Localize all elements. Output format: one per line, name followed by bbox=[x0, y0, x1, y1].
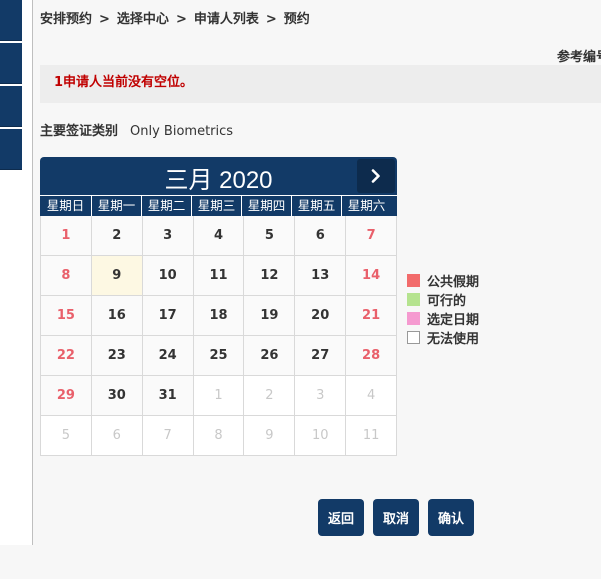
calendar-day[interactable]: 8 bbox=[41, 256, 92, 296]
legend-label: 可行的 bbox=[427, 294, 467, 309]
calendar-day-outside-month: 8 bbox=[193, 416, 245, 456]
legend-label: 无法使用 bbox=[427, 332, 480, 347]
calendar-day-outside-month: 2 bbox=[244, 376, 296, 416]
calendar-week-row: 5 6 7 8 9 10 11 bbox=[41, 416, 398, 456]
reference-number-label: 参考编号 bbox=[557, 50, 601, 65]
calendar-day[interactable]: 12 bbox=[244, 256, 296, 296]
legend-item: 无法使用 bbox=[407, 328, 479, 347]
calendar-day[interactable]: 6 bbox=[295, 216, 347, 256]
weekday-header: 星期二 bbox=[141, 196, 191, 216]
breadcrumb-item-applicant-list[interactable]: 申请人列表 bbox=[194, 12, 259, 27]
calendar-day[interactable]: 3 bbox=[142, 216, 194, 256]
visa-category-label: 主要签证类别 bbox=[40, 124, 119, 139]
breadcrumb-separator: > bbox=[99, 12, 110, 27]
legend-swatch bbox=[407, 293, 420, 306]
cancel-button[interactable]: 取消 bbox=[373, 499, 420, 536]
back-button[interactable]: 返回 bbox=[318, 499, 365, 536]
calendar-day-outside-month: 4 bbox=[346, 376, 398, 416]
calendar-day[interactable]: 23 bbox=[91, 336, 143, 376]
calendar-week-row: 15 16 17 18 19 20 21 bbox=[41, 296, 398, 336]
breadcrumb-item-schedule[interactable]: 安排预约 bbox=[40, 12, 92, 27]
calendar-day[interactable]: 14 bbox=[346, 256, 398, 296]
calendar-day[interactable]: 2 bbox=[91, 216, 143, 256]
calendar-legend: 公共假期可行的选定日期无法使用 bbox=[407, 271, 479, 347]
legend-label: 公共假期 bbox=[427, 275, 480, 290]
calendar-day[interactable]: 5 bbox=[244, 216, 296, 256]
weekday-header: 星期一 bbox=[91, 196, 141, 216]
breadcrumb-item-select-center[interactable]: 选择中心 bbox=[117, 12, 169, 27]
left-sidebar bbox=[0, 0, 33, 545]
legend-swatch bbox=[407, 312, 420, 325]
calendar-day[interactable]: 7 bbox=[346, 216, 398, 256]
confirm-button[interactable]: 确认 bbox=[428, 499, 475, 536]
calendar-day[interactable]: 17 bbox=[142, 296, 194, 336]
calendar-day[interactable]: 27 bbox=[295, 336, 347, 376]
calendar: 三月 2020 星期日 星期一 星期二 星期三 星期四 星期五 星期六 1234567891… bbox=[40, 157, 398, 456]
calendar-day[interactable]: 25 bbox=[193, 336, 245, 376]
calendar-day-outside-month: 7 bbox=[142, 416, 194, 456]
calendar-week-row: 8 9 10 11 12 13 14 bbox=[41, 256, 398, 296]
calendar-day-outside-month: 9 bbox=[244, 416, 296, 456]
calendar-day[interactable]: 15 bbox=[41, 296, 92, 336]
breadcrumb-separator: > bbox=[175, 12, 187, 27]
calendar-month-title: 三月 2020 bbox=[164, 167, 273, 194]
sidebar-nav-item-1[interactable] bbox=[0, 0, 22, 41]
breadcrumb: 安排预约 > 选择中心 > 申请人列表 > 预约 bbox=[40, 8, 310, 27]
chevron-right-icon bbox=[369, 169, 383, 183]
visa-category-value: Only Biometrics bbox=[130, 124, 234, 139]
action-buttons: 返回 取消 确认 bbox=[318, 499, 475, 536]
breadcrumb-item-appointment: 预约 bbox=[283, 12, 310, 27]
weekday-header: 星期五 bbox=[291, 196, 341, 216]
calendar-day-outside-month: 6 bbox=[91, 416, 143, 456]
calendar-week-row: 22 23 24 25 26 27 28 bbox=[41, 336, 398, 376]
calendar-day[interactable]: 26 bbox=[244, 336, 296, 376]
calendar-day[interactable]: 29 bbox=[41, 376, 92, 416]
calendar-day[interactable]: 13 bbox=[295, 256, 347, 296]
sidebar-nav-item-3[interactable] bbox=[0, 86, 22, 127]
calendar-day[interactable]: 28 bbox=[346, 336, 398, 376]
calendar-header: 三月 2020 bbox=[40, 157, 397, 195]
legend-item: 可行的 bbox=[407, 290, 479, 309]
legend-item: 公共假期 bbox=[407, 271, 479, 290]
sidebar-nav-item-2[interactable] bbox=[0, 43, 22, 84]
next-month-button[interactable] bbox=[357, 159, 395, 193]
breadcrumb-separator: > bbox=[265, 12, 277, 27]
legend-item: 选定日期 bbox=[407, 309, 479, 328]
visa-category-row: 主要签证类别 Only Biometrics bbox=[40, 120, 233, 139]
legend-swatch bbox=[407, 274, 420, 287]
legend-label: 选定日期 bbox=[427, 313, 480, 328]
calendar-day-outside-month: 1 bbox=[193, 376, 245, 416]
calendar-day[interactable]: 21 bbox=[346, 296, 398, 336]
calendar-day-outside-month: 3 bbox=[295, 376, 347, 416]
calendar-day[interactable]: 22 bbox=[41, 336, 92, 376]
calendar-grid: 1 2 3 4 5 6 7 8 9 10 11 12 13 14 15 16 17 18 19 20 21 22 23 24 2… bbox=[40, 216, 398, 456]
sidebar-nav-item-4[interactable] bbox=[0, 129, 22, 170]
calendar-day[interactable]: 30 bbox=[91, 376, 143, 416]
calendar-day[interactable]: 19 bbox=[244, 296, 296, 336]
weekday-header: 星期三 bbox=[191, 196, 241, 216]
calendar-day[interactable]: 1 bbox=[41, 216, 92, 256]
alert-message: 1申请人当前没有空位。 bbox=[54, 75, 194, 90]
calendar-day[interactable]: 20 bbox=[295, 296, 347, 336]
calendar-day[interactable]: 11 bbox=[193, 256, 245, 296]
calendar-day[interactable]: 24 bbox=[142, 336, 194, 376]
legend-swatch bbox=[407, 331, 420, 344]
calendar-day[interactable]: 18 bbox=[193, 296, 245, 336]
weekday-header-row: 星期日 星期一 星期二 星期三 星期四 星期五 星期六 bbox=[40, 195, 397, 216]
calendar-day[interactable]: 4 bbox=[193, 216, 245, 256]
alert-box: 1申请人当前没有空位。 bbox=[40, 65, 601, 103]
calendar-day-outside-month: 11 bbox=[346, 416, 398, 456]
calendar-day[interactable]: 31 bbox=[142, 376, 194, 416]
calendar-week-row: 1234567 bbox=[41, 216, 398, 256]
calendar-day[interactable]: 16 bbox=[91, 296, 143, 336]
weekday-header: 星期日 bbox=[46, 198, 85, 213]
weekday-header: 星期四 bbox=[241, 196, 291, 216]
calendar-day-outside-month: 5 bbox=[41, 416, 92, 456]
weekday-header: 星期六 bbox=[341, 196, 391, 216]
calendar-day[interactable]: 9 bbox=[91, 256, 143, 296]
calendar-day-outside-month: 10 bbox=[295, 416, 347, 456]
calendar-day[interactable]: 10 bbox=[142, 256, 194, 296]
calendar-week-row: 29 30 31 1 2 3 4 bbox=[41, 376, 398, 416]
